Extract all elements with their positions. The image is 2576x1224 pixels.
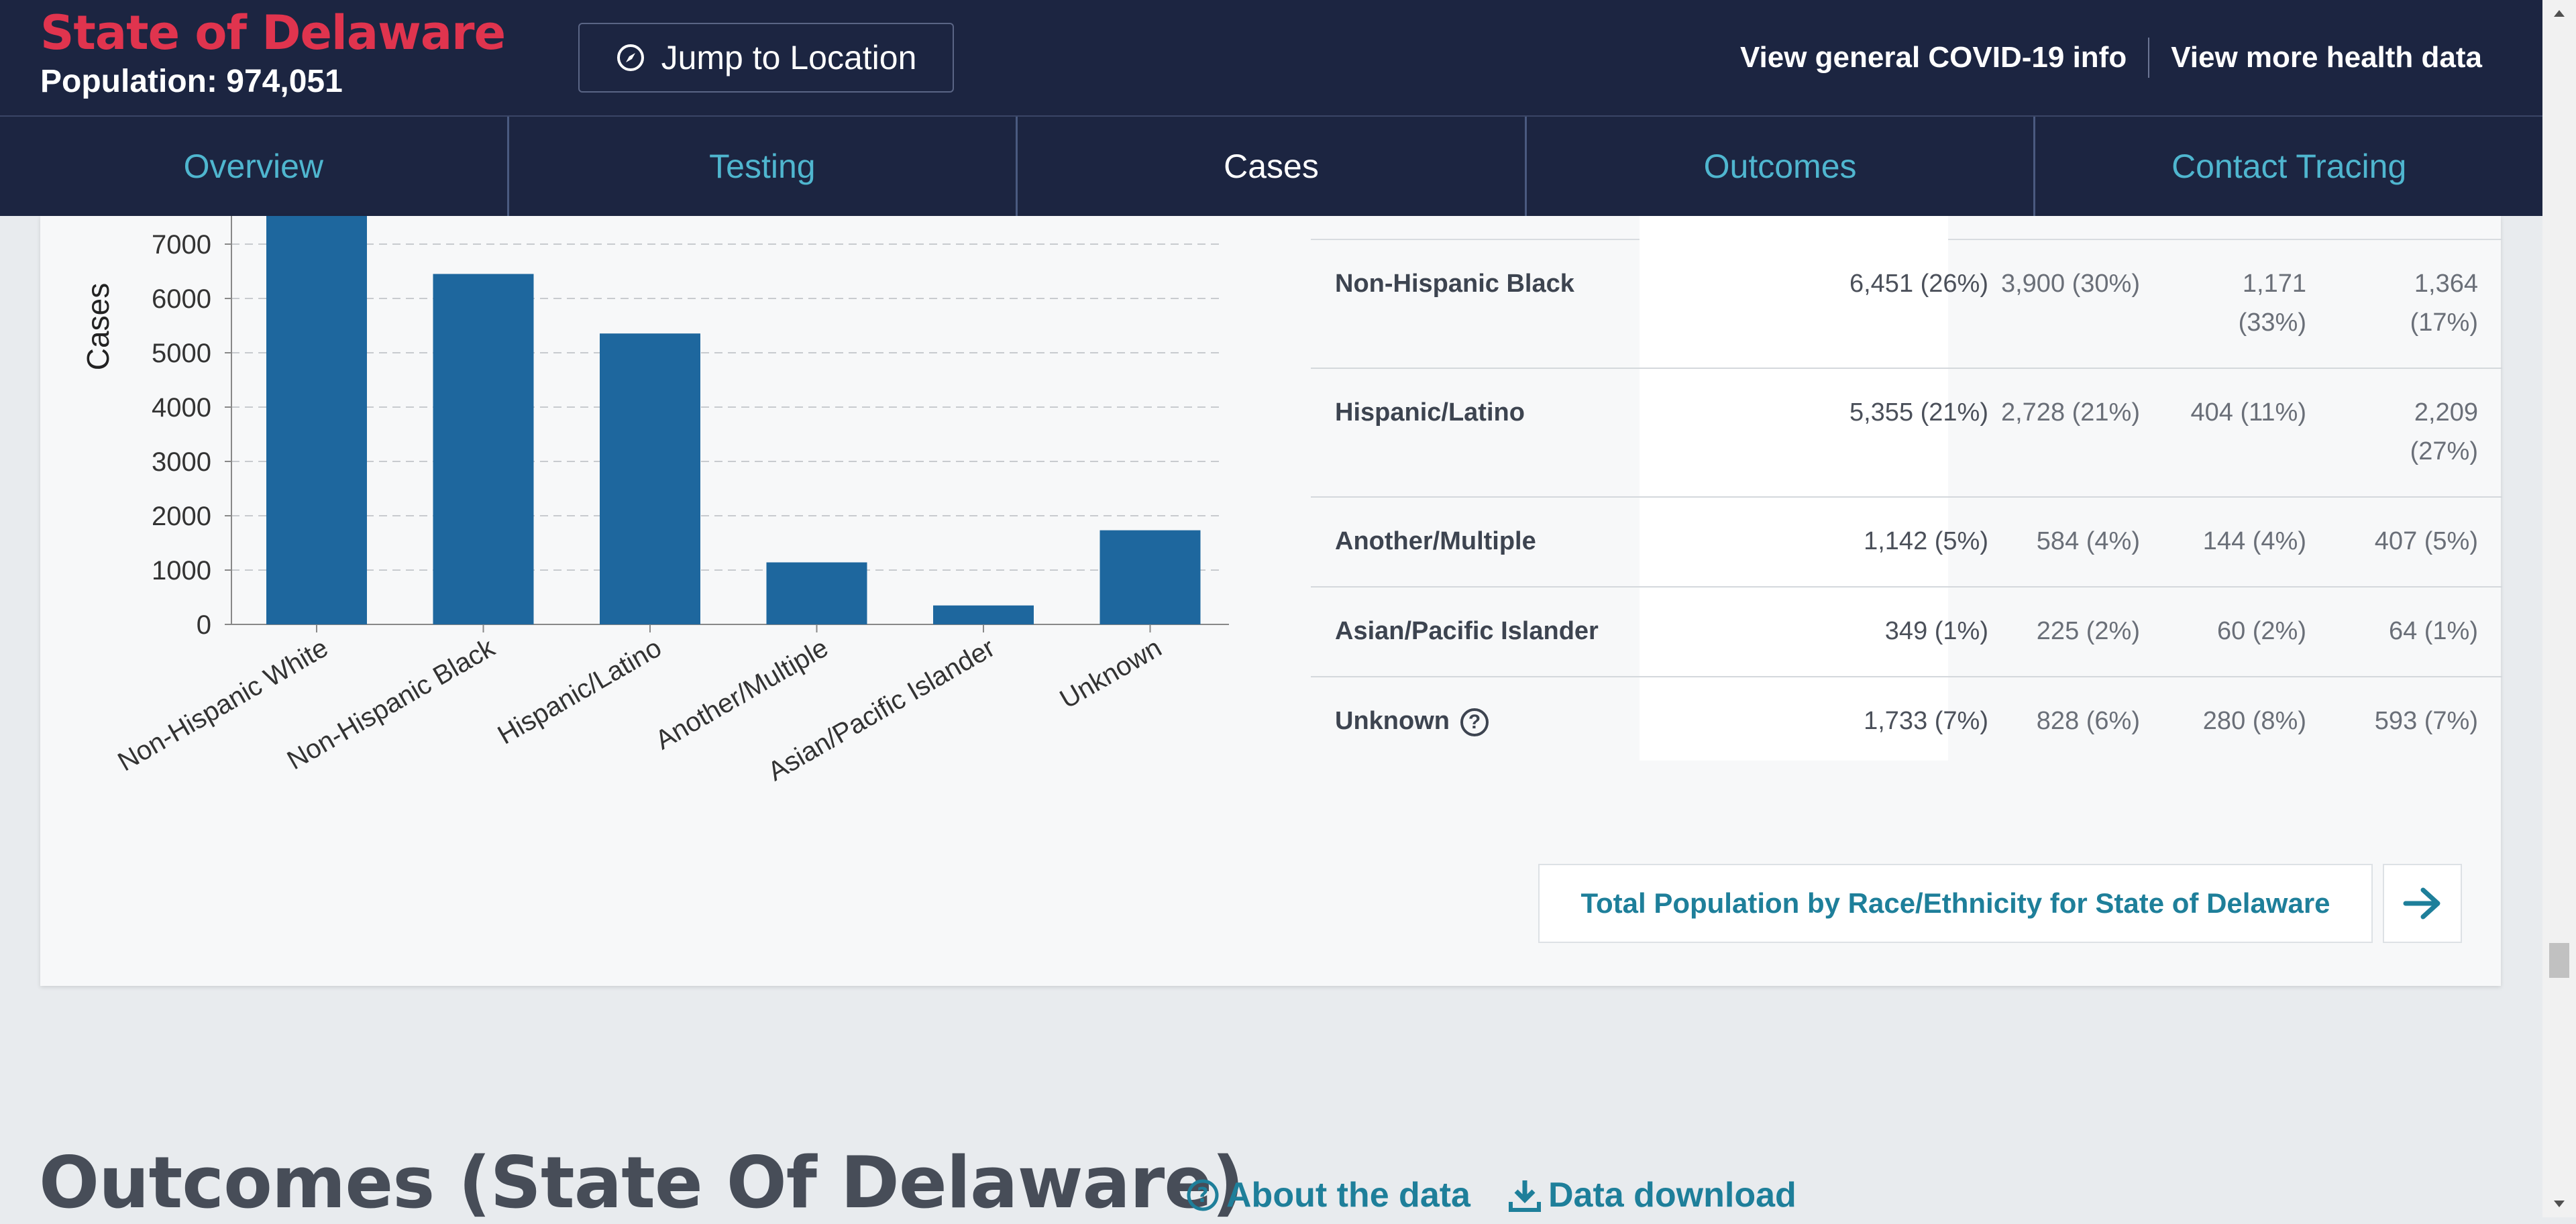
bar [933, 605, 1034, 624]
value-cell: 144 (4%) [2159, 522, 2306, 561]
row-label: Hispanic/Latino [1335, 393, 1525, 432]
value-cell-line: 1,171 [2242, 270, 2306, 298]
cases-bar-chart: 01000200030004000500060007000CasesNon-Hi… [80, 216, 1229, 787]
data-download-label: Data download [1548, 1176, 1796, 1215]
scroll-up-arrow-icon[interactable] [2542, 0, 2576, 27]
page-scrollbar[interactable] [2542, 0, 2576, 1217]
y-tick-label: 1000 [152, 556, 211, 586]
value-cell: 64 (1%) [2344, 612, 2478, 651]
cases-cell: 5,355 (21%) [1849, 398, 1988, 427]
cases-cell: 1,142 (5%) [1864, 527, 1988, 555]
value-cell-line: 144 (4%) [2202, 527, 2306, 555]
value-cell: 225 (2%) [2036, 617, 2140, 645]
row-label-text: Asian/Pacific Islander [1335, 617, 1599, 645]
next-arrow-button[interactable] [2383, 864, 2462, 943]
tab-contact-tracing[interactable]: Contact Tracing [2035, 117, 2542, 216]
value-cell: 584 (4%) [2036, 527, 2140, 555]
x-tick-label: Unknown [1055, 633, 1167, 714]
row-label-text: Unknown [1335, 707, 1450, 735]
y-tick-label: 5000 [152, 339, 211, 368]
value-cell: 60 (2%) [2159, 612, 2306, 651]
x-tick-label: Hispanic/Latino [493, 633, 667, 750]
help-circle-icon[interactable]: ? [1460, 708, 1489, 736]
value-cell-line: 280 (8%) [2202, 707, 2306, 735]
table-row: Unknown? 1,733 (7%) 828 (6%) 280 (8%) 593 (7… [1311, 676, 2502, 761]
value-cell: 593 (7%) [2344, 702, 2478, 740]
health-data-link[interactable]: View more health data [2171, 41, 2482, 74]
value-cell: 280 (8%) [2159, 702, 2306, 740]
value-cell: 404 (11%) [2159, 393, 2306, 432]
value-cell-line: 407 (5%) [2374, 527, 2478, 555]
link-divider [2148, 38, 2150, 78]
cases-cell: 349 (1%) [1884, 617, 1988, 645]
value-cell: 1,364 (17%) [2344, 264, 2478, 342]
value-cell-line: 60 (2%) [2216, 617, 2306, 645]
table-row: Another/Multiple 1,142 (5%) 584 (4%) 144 (4… [1311, 496, 2502, 588]
row-label: Non-Hispanic Black [1335, 264, 1574, 303]
tab-testing[interactable]: Testing [509, 117, 1018, 216]
outcomes-section-title: Outcomes (State Of Delaware) [39, 1142, 1244, 1224]
value-cell-line: 1,364 [2414, 270, 2478, 298]
value-cell: 1,171 (33%) [2159, 264, 2306, 342]
scroll-down-arrow-icon[interactable] [2542, 1190, 2576, 1217]
y-tick-label: 4000 [152, 393, 211, 423]
value-cell: 407 (5%) [2344, 522, 2478, 561]
value-cell-line: (33%) [2238, 309, 2306, 337]
state-title: State of Delaware [40, 5, 506, 60]
value-cell-line: 593 (7%) [2374, 707, 2478, 735]
value-cell-line: (17%) [2410, 309, 2478, 337]
y-tick-label: 2000 [152, 502, 211, 531]
value-cell: 828 (6%) [2036, 707, 2140, 735]
value-cell: 2,728 (21%) [2000, 398, 2140, 427]
top-header: State of Delaware Population: 974,051 Ju… [0, 0, 2542, 117]
row-label: Asian/Pacific Islander [1335, 612, 1599, 651]
bar [766, 562, 867, 624]
about-data-link[interactable]: ? About the data [1186, 1175, 1470, 1215]
download-icon [1509, 1180, 1541, 1212]
tab-outcomes[interactable]: Outcomes [1527, 117, 2036, 216]
bar [433, 274, 534, 624]
bar [1099, 530, 1201, 624]
jump-to-location-button[interactable]: Jump to Location [578, 23, 954, 93]
top-links: View general COVID-19 info View more hea… [1740, 38, 2482, 78]
jump-button-label: Jump to Location [661, 39, 917, 76]
y-tick-label: 6000 [152, 284, 211, 314]
tab-bar: Overview Testing Cases Outcomes Contact … [0, 117, 2542, 216]
row-label: Unknown? [1335, 702, 1489, 740]
help-circle-icon: ? [1187, 1179, 1219, 1211]
row-label-text: Hispanic/Latino [1335, 398, 1525, 427]
table-row: Asian/Pacific Islander 349 (1%) 225 (2%) 60… [1311, 586, 2502, 677]
value-cell-line: 2,209 [2414, 398, 2478, 427]
total-population-button[interactable]: Total Population by Race/Ethnicity for S… [1538, 864, 2373, 943]
tab-cases[interactable]: Cases [1018, 117, 1527, 216]
row-label-text: Another/Multiple [1335, 527, 1536, 555]
population-text: Population: 974,051 [40, 64, 343, 99]
y-axis-label: Cases [80, 283, 115, 370]
cases-cell: 1,733 (7%) [1864, 707, 1988, 735]
tab-overview[interactable]: Overview [0, 117, 509, 216]
table-row: Non-Hispanic Black 6,451 (26%) 3,900 (30%)… [1311, 239, 2502, 369]
y-tick-label: 7000 [152, 230, 211, 260]
y-tick-label: 3000 [152, 447, 211, 477]
value-cell: 2,209 (27%) [2344, 393, 2478, 471]
data-download-link[interactable]: Data download [1508, 1175, 1796, 1215]
cases-by-race-card: 0 1000 2000 3000 4000 5000 6000 7000 Cases Non-Hi… [40, 216, 2502, 986]
value-cell: 3,900 (30%) [2000, 270, 2140, 298]
covid-info-link[interactable]: View general COVID-19 info [1740, 41, 2127, 74]
arrow-right-icon [2403, 887, 2440, 920]
row-label-text: Non-Hispanic Black [1335, 270, 1574, 298]
scroll-thumb[interactable] [2549, 943, 2569, 978]
cases-cell: 6,451 (26%) [1849, 270, 1988, 298]
value-cell-line: 64 (1%) [2388, 617, 2478, 645]
compass-icon [616, 44, 644, 71]
value-cell-line: 404 (11%) [2190, 398, 2306, 427]
svg-text:?: ? [1197, 1184, 1208, 1207]
row-label: Another/Multiple [1335, 522, 1536, 561]
value-cell-line: (27%) [2410, 437, 2478, 465]
bar [266, 216, 367, 624]
about-data-label: About the data [1226, 1176, 1470, 1215]
table-row: Hispanic/Latino 5,355 (21%) 2,728 (21%) 404… [1311, 368, 2502, 498]
y-tick-label: 0 [197, 610, 211, 640]
bar [600, 333, 700, 624]
